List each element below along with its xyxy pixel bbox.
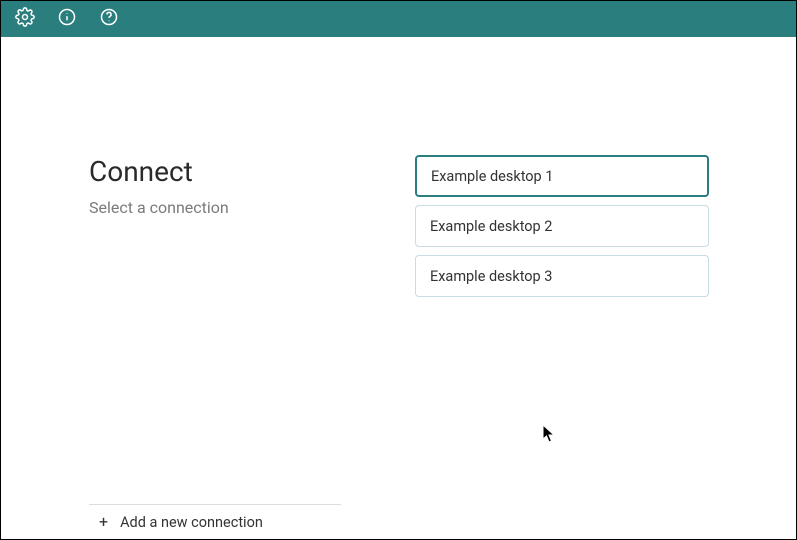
info-button[interactable] [53, 5, 81, 33]
gear-icon [15, 7, 35, 31]
add-connection-button[interactable]: + Add a new connection [89, 505, 263, 539]
page-title: Connect [89, 155, 359, 188]
connection-item[interactable]: Example desktop 3 [415, 255, 709, 297]
help-icon [99, 7, 119, 31]
settings-button[interactable] [11, 5, 39, 33]
connection-item-label: Example desktop 2 [430, 218, 552, 235]
help-button[interactable] [95, 5, 123, 33]
info-icon [57, 7, 77, 31]
connection-item-label: Example desktop 3 [430, 268, 552, 285]
add-connection-label: Add a new connection [120, 514, 263, 531]
connection-list: Example desktop 1 Example desktop 2 Exam… [415, 155, 709, 297]
app-frame: Connect Select a connection Example desk… [0, 0, 797, 540]
page-subtitle: Select a connection [89, 198, 359, 217]
top-toolbar [1, 1, 796, 37]
main-content: Connect Select a connection Example desk… [1, 37, 796, 539]
connection-item[interactable]: Example desktop 1 [415, 155, 709, 197]
connection-item[interactable]: Example desktop 2 [415, 205, 709, 247]
heading-block: Connect Select a connection [89, 155, 359, 217]
plus-icon: + [99, 514, 108, 530]
cursor-icon [542, 424, 556, 444]
connection-item-label: Example desktop 1 [431, 168, 553, 185]
